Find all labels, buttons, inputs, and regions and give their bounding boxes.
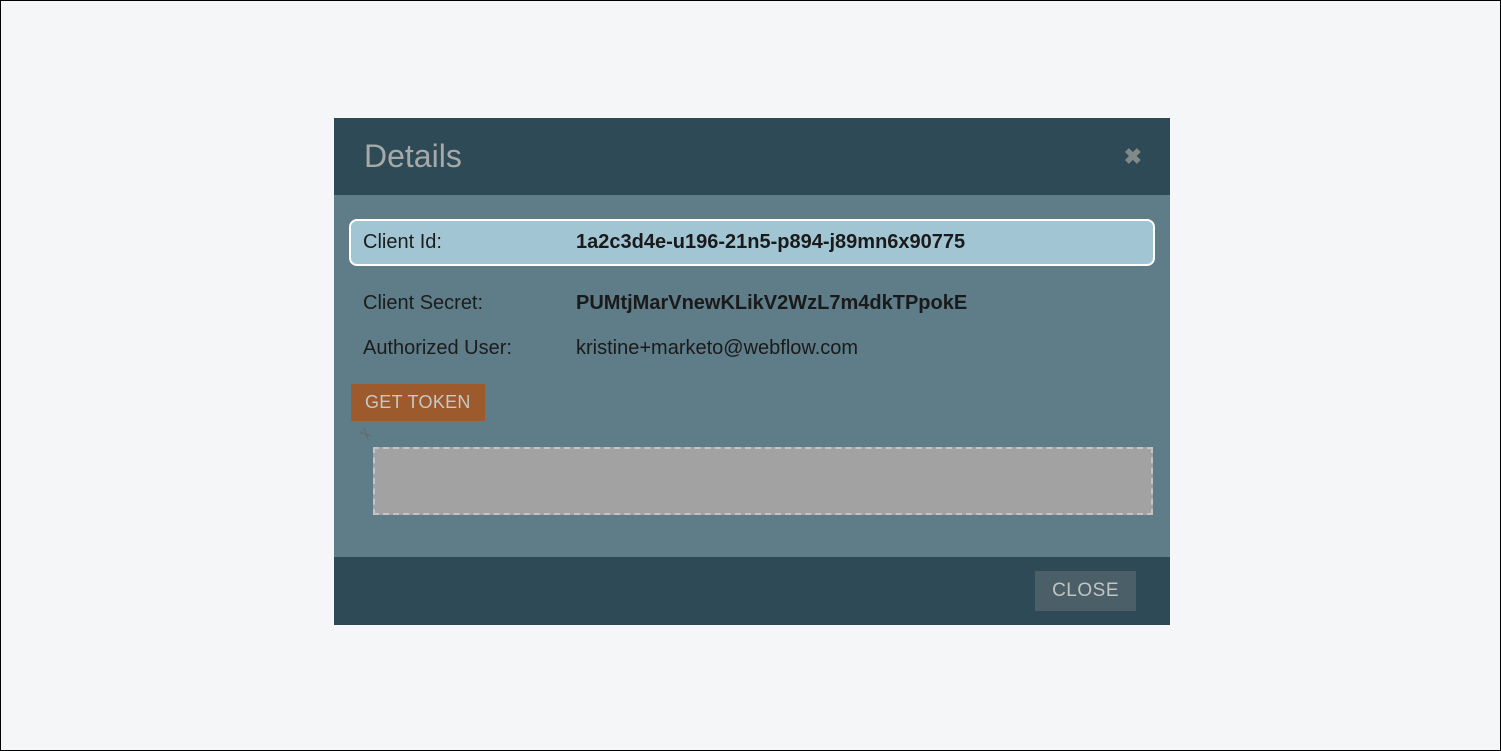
dialog-title: Details [364,138,462,175]
scissors-wrap: ✂ [359,425,1153,445]
dialog-header: Details ✖ [334,118,1170,195]
client-secret-value: PUMtjMarVnewKLikV2WzL7m4dkTPpokE [576,292,967,315]
authorized-user-row: Authorized User: kristine+marketo@webflo… [351,329,1153,368]
client-id-label: Client Id: [363,231,576,254]
client-secret-label: Client Secret: [363,292,576,315]
dialog-footer: CLOSE [334,557,1170,625]
client-id-row: Client Id: 1a2c3d4e-u196-21n5-p894-j89mn… [349,219,1155,266]
get-token-button[interactable]: GET TOKEN [351,384,485,421]
close-icon[interactable]: ✖ [1124,144,1142,170]
close-button[interactable]: CLOSE [1035,571,1136,611]
dialog-body: Client Id: 1a2c3d4e-u196-21n5-p894-j89mn… [334,195,1170,557]
client-secret-row: Client Secret: PUMtjMarVnewKLikV2WzL7m4d… [351,284,1153,323]
authorized-user-label: Authorized User: [363,337,576,360]
token-output-box [373,447,1153,515]
scissors-icon: ✂ [354,423,378,447]
authorized-user-value: kristine+marketo@webflow.com [576,337,858,360]
details-dialog: Details ✖ Client Id: 1a2c3d4e-u196-21n5-… [334,118,1170,625]
client-id-value: 1a2c3d4e-u196-21n5-p894-j89mn6x90775 [576,231,965,254]
